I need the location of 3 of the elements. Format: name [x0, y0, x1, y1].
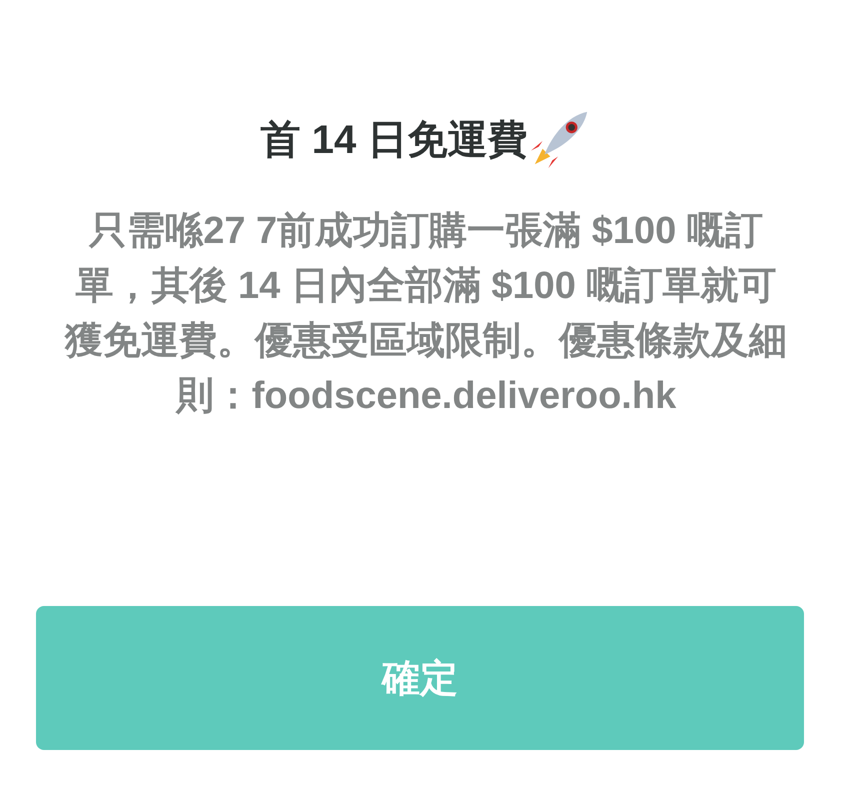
- confirm-button[interactable]: 確定: [36, 606, 804, 750]
- promo-message: 只需喺27 7前成功訂購一張滿 $100 嘅訂單，其後 14 日內全部滿 $100 嘅訂單就可獲免運費。優惠受區域限制。優惠條款及細則：foodscene.deliveroo.hk: [63, 209, 788, 419]
- dialog-title: 首 14 日免運費: [260, 116, 528, 164]
